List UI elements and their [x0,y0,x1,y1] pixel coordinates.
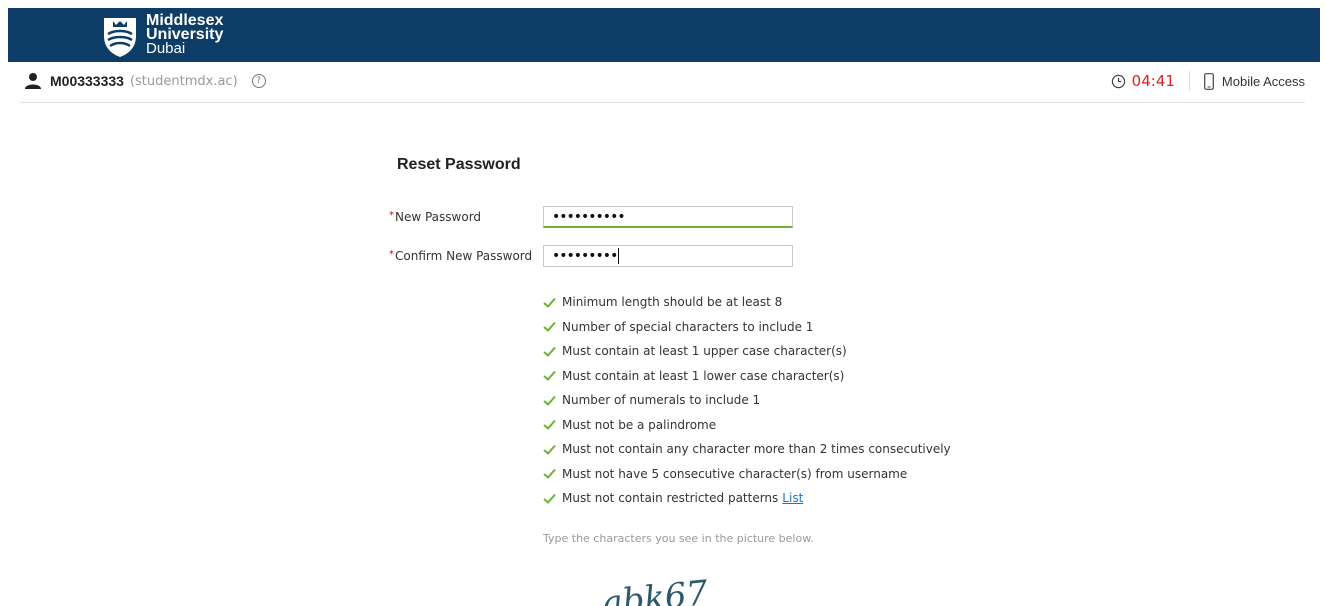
password-rules-list: Minimum length should be at least 8 Numb… [543,290,951,511]
captcha-image: abk67 [600,576,710,606]
rule-item: Minimum length should be at least 8 [543,290,951,315]
check-icon [543,420,556,431]
check-icon [543,493,556,504]
rule-item: Must not have 5 consecutive character(s)… [543,462,951,487]
new-password-row: *New Password •••••••••• [389,206,793,228]
captcha-hint: Type the characters you see in the pictu… [543,532,814,545]
logo-line-3: Dubai [146,40,186,57]
mobile-access-link[interactable]: Mobile Access [1222,74,1305,89]
user-id: M00333333 [50,73,124,89]
confirm-password-input[interactable]: ••••••••• [543,245,793,267]
check-icon [543,346,556,357]
rule-item: Number of numerals to include 1 [543,388,951,413]
rule-item: Must contain at least 1 upper case chara… [543,339,951,364]
confirm-password-row: *Confirm New Password ••••••••• [389,245,793,267]
confirm-password-label: *Confirm New Password [389,249,533,263]
university-logo: Middlesex University Dubai [100,12,223,58]
check-icon [543,469,556,480]
page-title: Reset Password [397,156,521,173]
mobile-phone-icon[interactable] [1204,72,1214,90]
check-icon [543,371,556,382]
divider [1188,71,1190,91]
user-info: M00333333 (studentmdx.ac) ? [24,72,266,90]
rule-item: Must not contain any character more than… [543,437,951,462]
session-controls: 04:41 Mobile Access [1111,71,1305,91]
restricted-patterns-list-link[interactable]: List [782,491,803,505]
user-domain: (studentmdx.ac) [129,73,238,89]
new-password-label: *New Password [389,210,482,224]
user-icon [25,73,41,89]
rule-item: Must not be a palindrome [543,413,951,438]
shield-icon [104,18,136,57]
check-icon [543,444,556,455]
check-icon [543,297,556,308]
check-icon [543,395,556,406]
session-timer: 04:41 [1131,72,1175,90]
help-icon[interactable]: ? [251,74,266,88]
rule-item: Must contain at least 1 lower case chara… [543,364,951,389]
check-icon [543,322,556,333]
captcha-text: abk67 [600,576,710,606]
user-bar: M00333333 (studentmdx.ac) ? 04:41 Mobile… [20,62,1305,103]
rule-item: Number of special characters to include … [543,315,951,340]
rule-item: Must not contain restricted patterns List [543,486,951,511]
header-bar: Middlesex University Dubai [8,8,1320,62]
new-password-input[interactable]: •••••••••• [543,206,793,228]
clock-icon [1111,74,1125,88]
